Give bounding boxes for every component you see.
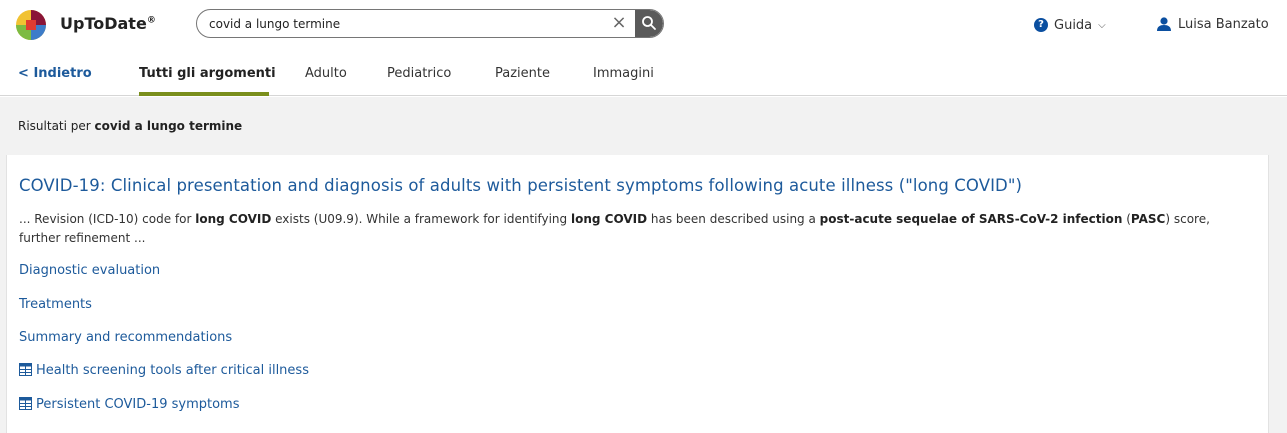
user-icon — [1157, 17, 1171, 31]
active-tab-indicator — [139, 92, 269, 96]
search-button[interactable] — [635, 10, 663, 37]
results-summary: Risultati per covid a lungo termine — [18, 119, 243, 133]
results-query: covid a lungo termine — [94, 119, 243, 133]
table-link-persistent-symptoms[interactable]: Persistent COVID-19 symptoms — [19, 397, 240, 412]
back-link[interactable]: < Indietro — [18, 66, 92, 81]
help-menu[interactable]: ? Guida ⌵ — [1034, 15, 1106, 35]
section-link-diagnostic-evaluation[interactable]: Diagnostic evaluation — [19, 263, 160, 278]
tab-bar: < Indietro Tutti gli argomenti Adulto Pe… — [0, 50, 1287, 96]
brand-name[interactable]: UpToDate® — [60, 14, 156, 33]
tab-all-topics[interactable]: Tutti gli argomenti — [139, 66, 276, 81]
help-label: Guida — [1054, 17, 1093, 33]
chevron-left-icon: < — [18, 66, 29, 81]
results-header: Risultati per covid a lungo termine — [0, 97, 1287, 155]
top-header: UpToDate® × ? Guida ⌵ Luisa Banzato — [0, 0, 1287, 50]
tab-images[interactable]: Immagini — [593, 66, 654, 81]
help-icon: ? — [1034, 18, 1048, 32]
search-icon — [642, 16, 656, 30]
table-link-health-screening[interactable]: Health screening tools after critical il… — [19, 363, 309, 378]
tab-adult[interactable]: Adulto — [305, 66, 347, 81]
result-title-link[interactable]: COVID-19: Clinical presentation and diag… — [19, 176, 1022, 195]
chevron-down-icon: ⌵ — [1098, 19, 1106, 31]
section-link-treatments[interactable]: Treatments — [19, 297, 92, 312]
section-link-summary[interactable]: Summary and recommendations — [19, 330, 232, 345]
table-icon — [19, 363, 32, 376]
table-icon — [19, 397, 32, 410]
tab-patient[interactable]: Paziente — [495, 66, 550, 81]
uptodate-logo-icon[interactable] — [15, 9, 47, 41]
clear-search-icon[interactable]: × — [609, 13, 629, 33]
user-menu[interactable]: Luisa Banzato — [1156, 14, 1269, 34]
search-input[interactable] — [209, 10, 589, 37]
tab-pediatric[interactable]: Pediatrico — [387, 66, 451, 81]
search-box: × — [196, 9, 664, 38]
result-card: COVID-19: Clinical presentation and diag… — [6, 155, 1269, 433]
user-name: Luisa Banzato — [1178, 16, 1269, 32]
results-area: COVID-19: Clinical presentation and diag… — [0, 155, 1287, 433]
result-snippet: ... Revision (ICD-10) code for long COVI… — [19, 212, 1210, 245]
